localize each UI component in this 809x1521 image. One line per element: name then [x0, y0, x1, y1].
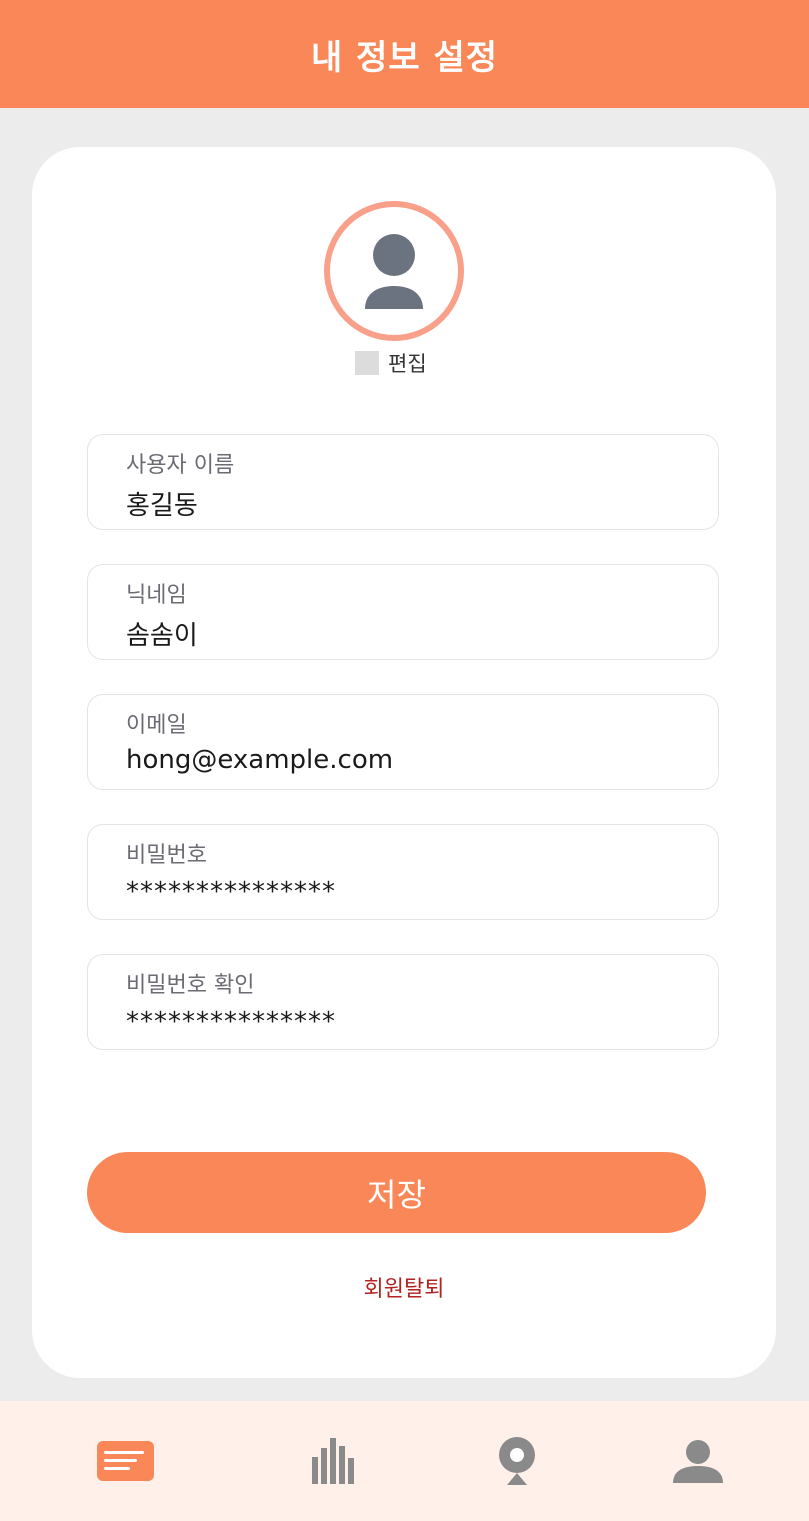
map-pin-icon — [499, 1437, 535, 1485]
password-confirm-input[interactable]: *************** — [126, 1007, 336, 1037]
username-input[interactable]: 홍길동 — [126, 485, 198, 522]
nav-item-feed[interactable] — [85, 1401, 165, 1521]
nav-item-profile[interactable] — [658, 1401, 738, 1521]
avatar[interactable] — [324, 201, 464, 341]
list-icon — [96, 1441, 154, 1481]
save-button[interactable]: 저장 — [87, 1152, 706, 1233]
username-label: 사용자 이름 — [126, 453, 235, 478]
avatar-ring — [324, 201, 464, 341]
email-field[interactable]: 이메일 hong@example.com — [87, 694, 719, 790]
edit-image-placeholder-icon — [355, 351, 379, 375]
nav-item-stats[interactable] — [293, 1401, 373, 1521]
email-input[interactable]: hong@example.com — [126, 745, 393, 775]
page-title: 내 정보 설정 — [310, 37, 499, 78]
username-field[interactable]: 사용자 이름 홍길동 — [87, 434, 719, 530]
person-icon — [365, 234, 423, 309]
bar-chart-icon — [312, 1438, 354, 1484]
password-label: 비밀번호 — [126, 843, 207, 868]
nickname-input[interactable]: 솜솜이 — [126, 615, 198, 652]
app-header: 내 정보 설정 — [0, 0, 809, 108]
withdraw-link[interactable]: 회원탈퇴 — [32, 1271, 776, 1303]
person-icon — [673, 1440, 723, 1483]
email-label: 이메일 — [126, 713, 187, 738]
password-field[interactable]: 비밀번호 *************** — [87, 824, 719, 920]
profile-settings-card: 편집 사용자 이름 홍길동 닉네임 솜솜이 이메일 hong@example.c… — [32, 147, 776, 1378]
nav-item-map[interactable] — [477, 1401, 557, 1521]
password-confirm-label: 비밀번호 확인 — [126, 973, 255, 998]
nickname-field[interactable]: 닉네임 솜솜이 — [87, 564, 719, 660]
password-input[interactable]: *************** — [126, 877, 336, 907]
password-confirm-field[interactable]: 비밀번호 확인 *************** — [87, 954, 719, 1050]
bottom-nav — [0, 1401, 809, 1521]
nickname-label: 닉네임 — [126, 583, 187, 608]
edit-label: 편집 — [388, 352, 427, 376]
edit-avatar-button[interactable]: 편집 — [355, 348, 427, 378]
